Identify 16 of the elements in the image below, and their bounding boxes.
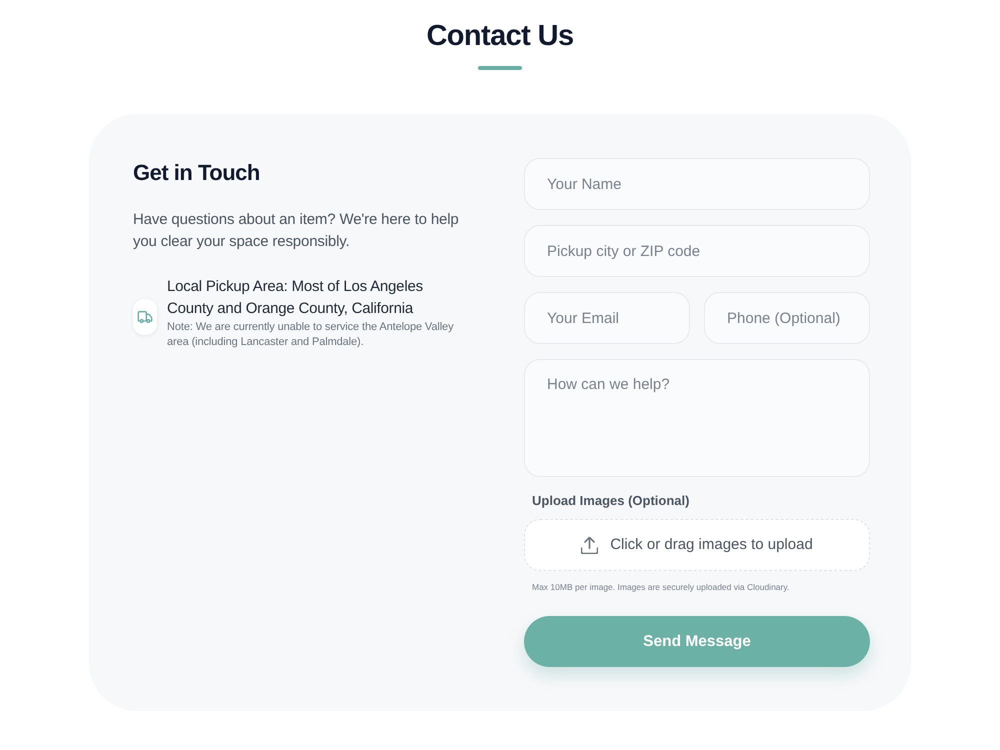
page-title: Contact Us bbox=[426, 19, 574, 54]
upload-icon bbox=[581, 536, 598, 554]
title-accent-bar bbox=[478, 66, 522, 70]
input-field[interactable]: Phone (Optional) bbox=[704, 292, 870, 344]
section-heading: Get in Touch bbox=[133, 159, 260, 187]
input-field[interactable]: Your Name bbox=[524, 158, 870, 210]
input-field[interactable]: Your Email bbox=[524, 292, 690, 344]
upload-dropzone[interactable]: Click or drag images to upload bbox=[524, 519, 870, 571]
upload-label: Upload Images (Optional) bbox=[532, 492, 690, 510]
intro-text: Have questions about an item? We're here to help you clear your space responsibly. bbox=[133, 210, 460, 252]
truck-icon bbox=[133, 299, 157, 335]
pickup-area-title: Local Pickup Area: Most of Los Angeles County and Orange County, California bbox=[167, 277, 424, 319]
upload-hint: Max 10MB per image. Images are securely uploaded via Cloudinary. bbox=[532, 581, 790, 593]
message-field[interactable]: How can we help? bbox=[524, 359, 870, 477]
input-field[interactable]: Pickup city or ZIP code bbox=[524, 225, 870, 277]
pickup-note: Note: We are currently unable to service the Antelope Valley area (including Lancaster and Palmdale). bbox=[167, 320, 454, 350]
